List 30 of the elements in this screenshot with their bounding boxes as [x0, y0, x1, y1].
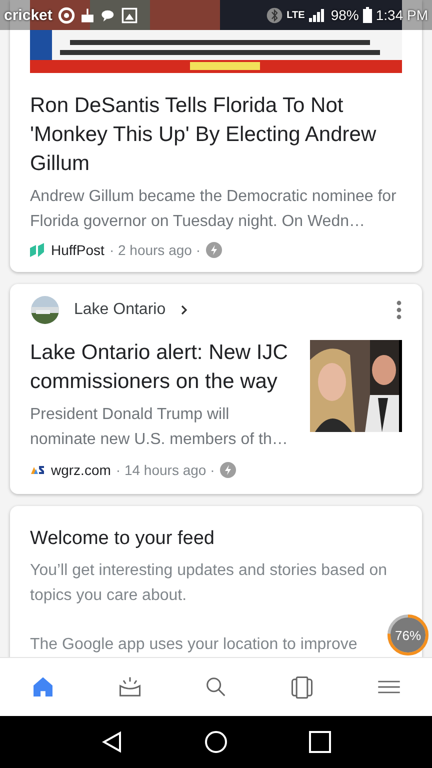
progress-badge: 76%: [386, 613, 430, 657]
bluetooth-icon: [266, 6, 283, 24]
headline[interactable]: Lake Ontario alert: New IJC commissioners on the way: [30, 338, 298, 396]
snippet: President Donald Trump will nominate new U.S. members of th…: [30, 405, 289, 450]
news-card[interactable]: Lake Ontario Lake Ontario alert: New IJC commissioners on the way President Donald Trump will nominate new U.S. members of th… wgrz.com · 14 hours ago ·: [10, 284, 422, 494]
bolt-icon: [206, 242, 222, 258]
recents-icon[interactable]: [308, 730, 332, 754]
chevron-icon: [180, 304, 188, 316]
home-button-icon[interactable]: [204, 730, 228, 754]
snippet: Andrew Gillum became the Democratic nominee for Florida governor on Tuesday night. On Wedn…: [30, 187, 398, 232]
paragraph: You’ll get interesting updates and stories based on topics you care about.: [30, 561, 388, 606]
source-name: wgrz.com: [51, 462, 111, 478]
back-icon[interactable]: [100, 730, 124, 754]
cards-icon: [289, 674, 316, 700]
image-icon: [121, 6, 138, 24]
broom-icon: [79, 6, 96, 24]
timestamp: · 14 hours ago ·: [116, 462, 215, 478]
browser-icon: [58, 6, 76, 24]
signal-icon: [308, 8, 327, 22]
timestamp: · 2 hours ago ·: [109, 242, 200, 258]
headline[interactable]: Ron DeSantis Tells Florida To Not 'Monkey This Up' By Electing Andrew Gillum: [30, 91, 402, 178]
more-icon[interactable]: [396, 300, 402, 320]
card-title: Welcome to your feed: [30, 528, 216, 550]
battery-percent: 98%: [330, 7, 359, 23]
network-type: LTE: [286, 10, 305, 20]
bolt-icon: [220, 462, 236, 478]
source-logo-icon: [30, 243, 46, 257]
source-logo-icon: [30, 463, 46, 477]
topic-link[interactable]: Lake Ontario: [74, 301, 166, 319]
source-name: HuffPost: [51, 242, 104, 258]
